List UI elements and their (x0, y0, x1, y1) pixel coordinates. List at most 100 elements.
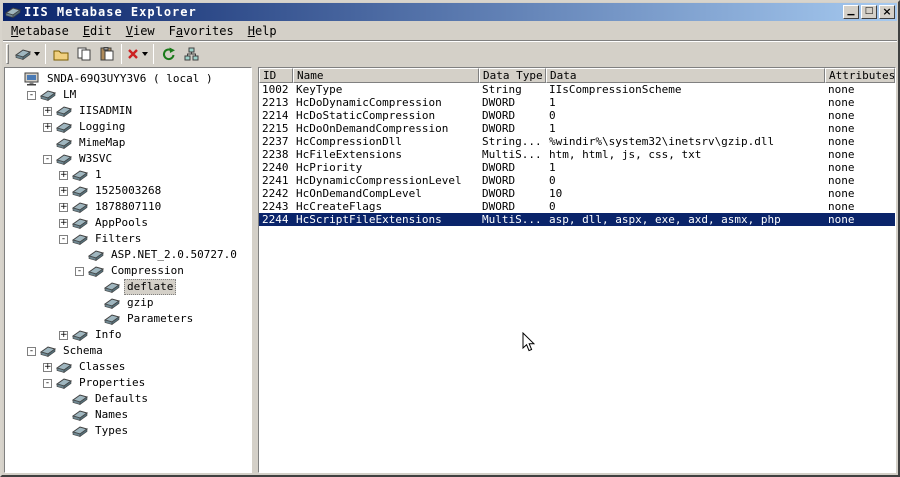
window-title: IIS Metabase Explorer (24, 5, 197, 19)
open-button[interactable] (49, 43, 72, 65)
tree-item-label: 1 (95, 168, 102, 181)
expand-plus-icon[interactable]: + (59, 186, 68, 196)
collapse-minus-icon[interactable]: - (75, 266, 84, 276)
list-body: 1002 KeyType String IIsCompressionScheme non… (259, 83, 895, 226)
tree-item-parameters[interactable]: Parameters (5, 311, 251, 327)
tree-item-gzip[interactable]: gzip (5, 295, 251, 311)
tree-item-deflate[interactable]: deflate (5, 279, 251, 295)
cell-attributes: none (828, 122, 855, 135)
column-header-data[interactable]: Data (546, 68, 825, 83)
tree-item-w3svc[interactable]: - W3SVC (5, 151, 251, 167)
expand-plus-icon[interactable]: + (59, 330, 68, 340)
key-icon (56, 104, 72, 118)
tree-item-properties[interactable]: - Properties (5, 375, 251, 391)
column-header-data-type[interactable]: Data Type (479, 68, 546, 83)
property-row-2213[interactable]: 2213 HcDoDynamicCompression DWORD 1 none (259, 96, 895, 109)
property-row-2238[interactable]: 2238 HcFileExtensions MultiS... htm, html, … (259, 148, 895, 161)
close-button[interactable]: × (879, 5, 895, 19)
key-icon (72, 392, 88, 406)
menu-view[interactable]: View (119, 22, 162, 40)
expand-plus-icon[interactable]: + (43, 122, 52, 132)
toolbar-grip[interactable] (6, 44, 9, 64)
tree-item-names[interactable]: Names (5, 407, 251, 423)
expand-plus-icon[interactable]: + (43, 106, 52, 116)
maximize-button[interactable]: □ (861, 5, 877, 19)
cell-id: 2242 (262, 187, 289, 200)
main-area: SNDA-69Q3UYY3V6 ( local ) - LM + IISADMIN + Lo… (3, 67, 897, 474)
column-header-id[interactable]: ID (259, 68, 293, 83)
tree-item-label: LM (63, 88, 77, 101)
expand-plus-icon[interactable]: + (43, 362, 52, 372)
expand-plus-icon[interactable]: + (59, 218, 68, 228)
key-icon (40, 88, 56, 102)
key-icon (104, 312, 120, 326)
tree-item-label: AppPools (95, 216, 148, 229)
tree-item-filters[interactable]: - Filters (5, 231, 251, 247)
cell-data: 0 (549, 174, 556, 187)
cell-data-type: DWORD (482, 122, 516, 135)
property-row-2240[interactable]: 2240 HcPriority DWORD 1 none (259, 161, 895, 174)
property-row-2237[interactable]: 2237 HcCompressionDll String... %windir%\sy… (259, 135, 895, 148)
delete-button[interactable] (125, 43, 150, 65)
tree-item-1[interactable]: +1 (5, 167, 251, 183)
collapse-minus-icon[interactable]: - (43, 378, 52, 388)
cell-data: 0 (549, 200, 556, 213)
copy-button[interactable] (72, 43, 95, 65)
tree-item-schema[interactable]: - Schema (5, 343, 251, 359)
tree-item-apppools[interactable]: + AppPools (5, 215, 251, 231)
tree-item-label: Filters (95, 232, 142, 245)
property-row-2241[interactable]: 2241 HcDynamicCompressionLevel DWORD 0 none (259, 174, 895, 187)
collapse-minus-icon[interactable]: - (43, 154, 52, 164)
property-row-2215[interactable]: 2215 HcDoOnDemandCompression DWORD 1 none (259, 122, 895, 135)
tree-item-lm[interactable]: - LM (5, 87, 251, 103)
cell-data: asp, dll, aspx, exe, axd, asmx, php (549, 213, 781, 226)
property-row-2242[interactable]: 2242 HcOnDemandCompLevel DWORD 10 none (259, 187, 895, 200)
menu-metabase[interactable]: Metabase (4, 22, 76, 40)
cell-data-type: DWORD (482, 200, 516, 213)
tree-item-snda-69q3uyy3v6-local[interactable]: SNDA-69Q3UYY3V6 ( local ) (5, 71, 251, 87)
collapse-minus-icon[interactable]: - (59, 234, 68, 244)
tree-item-types[interactable]: Types (5, 423, 251, 439)
new-key-button[interactable] (13, 43, 42, 65)
paste-button[interactable] (95, 43, 118, 65)
property-row-1002[interactable]: 1002 KeyType String IIsCompressionScheme non… (259, 83, 895, 96)
collapse-minus-icon[interactable]: - (27, 90, 36, 100)
tree-item-mimemap[interactable]: MimeMap (5, 135, 251, 151)
cell-name: HcDoOnDemandCompression (296, 122, 449, 135)
property-row-2214[interactable]: 2214 HcDoStaticCompression DWORD 0 none (259, 109, 895, 122)
cell-id: 2244 (262, 213, 289, 226)
tree-item-info[interactable]: + Info (5, 327, 251, 343)
toolbar-separator (45, 44, 46, 64)
expand-plus-icon[interactable]: + (59, 202, 68, 212)
collapse-minus-icon[interactable]: - (27, 346, 36, 356)
tree-item-iisadmin[interactable]: + IISADMIN (5, 103, 251, 119)
minimize-button[interactable]: ▁ (843, 5, 859, 19)
menu-edit[interactable]: Edit (76, 22, 119, 40)
key-icon (104, 296, 120, 310)
tree-item-asp-net-2-0-50727-0[interactable]: ASP.NET_2.0.50727.0 (5, 247, 251, 263)
column-header-name[interactable]: Name (293, 68, 479, 83)
tree-item-label: 1525003268 (95, 184, 162, 197)
connect-button[interactable] (180, 43, 203, 65)
menu-help[interactable]: Help (241, 22, 284, 40)
tree-item-compression[interactable]: - Compression (5, 263, 251, 279)
cell-data-type: MultiS... (482, 213, 542, 226)
tree-item-1878807110[interactable]: +1878807110 (5, 199, 251, 215)
dropdown-arrow-icon[interactable] (142, 52, 148, 56)
property-row-2243[interactable]: 2243 HcCreateFlags DWORD 0 none (259, 200, 895, 213)
expand-plus-icon[interactable]: + (59, 170, 68, 180)
tree-item-defaults[interactable]: Defaults (5, 391, 251, 407)
refresh-button[interactable] (157, 43, 180, 65)
dropdown-arrow-icon[interactable] (34, 52, 40, 56)
tree-item-logging[interactable]: + Logging (5, 119, 251, 135)
delete-icon (127, 48, 139, 60)
tree-item-classes[interactable]: + Classes (5, 359, 251, 375)
toolbar-separator (121, 44, 122, 64)
property-row-2244[interactable]: 2244 HcScriptFileExtensions MultiS... asp, … (259, 213, 895, 226)
column-header-attributes[interactable]: Attributes (825, 68, 895, 83)
tree-item-1525003268[interactable]: +1525003268 (5, 183, 251, 199)
key-icon (40, 344, 56, 358)
app-window: IIS Metabase Explorer ▁ □ × Metabase Edit… (0, 0, 900, 477)
menu-favorites[interactable]: Favorites (162, 22, 241, 40)
tree-item-label: Compression (111, 264, 184, 277)
